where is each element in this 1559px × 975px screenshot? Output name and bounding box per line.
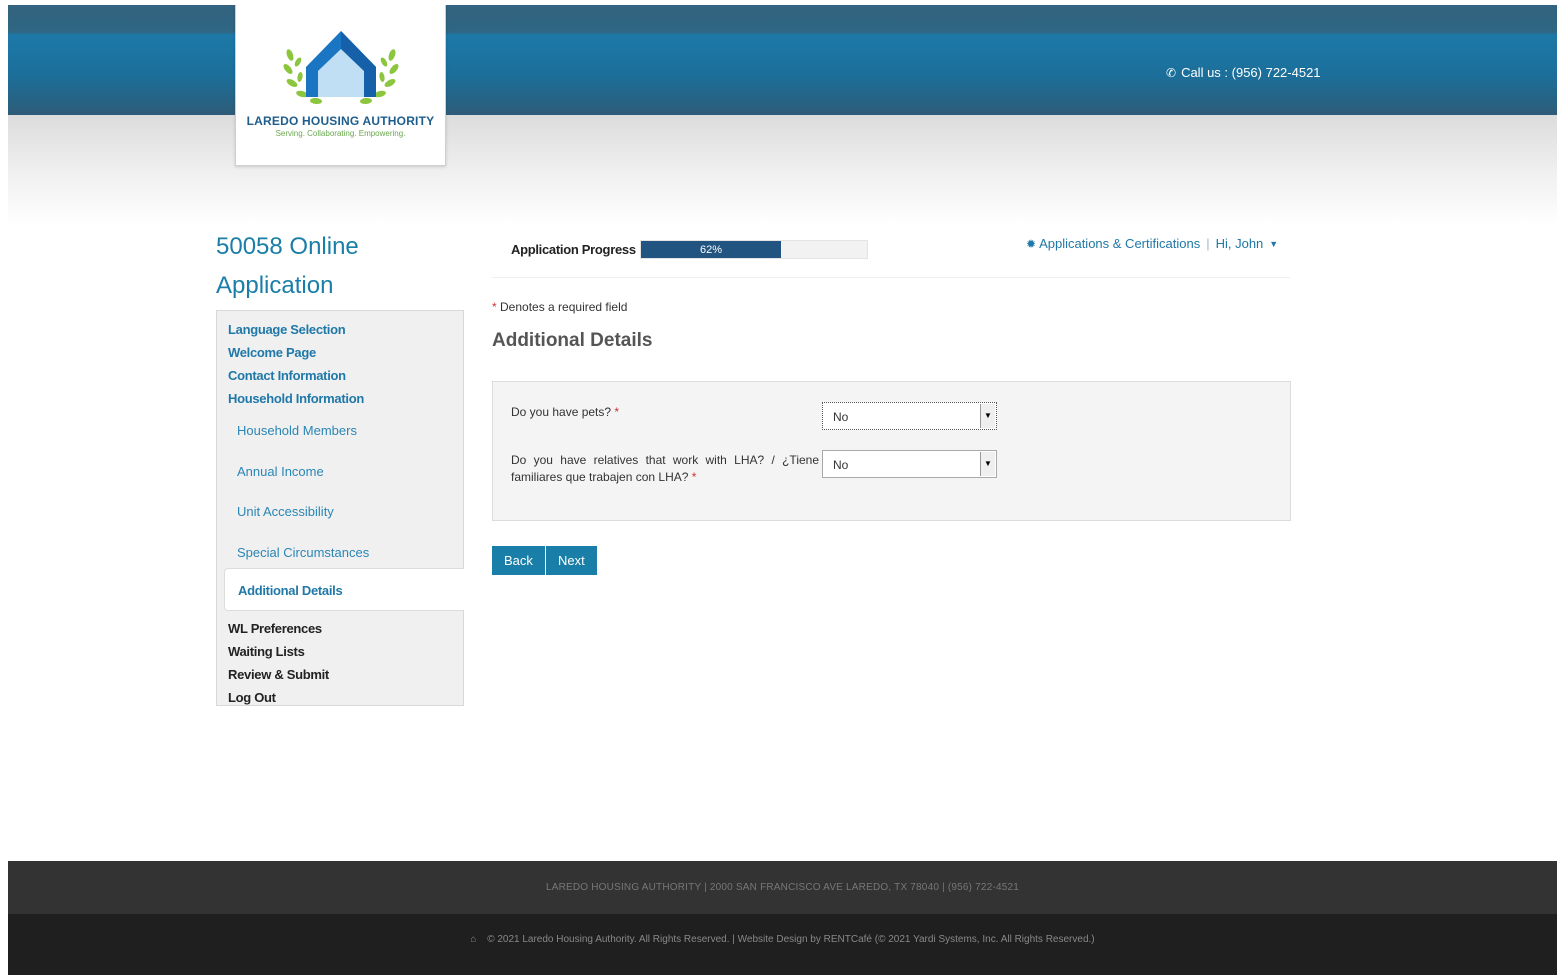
pets-question-label: Do you have pets? *: [511, 404, 811, 421]
logo-org-name: LAREDO HOUSING AUTHORITY: [246, 114, 435, 128]
progress-label: Application Progress: [511, 242, 636, 257]
sidebar-nav: Language Selection Welcome Page Contact …: [216, 310, 464, 706]
required-field-note: * Denotes a required field: [492, 300, 627, 314]
footer-info: LAREDO HOUSING AUTHORITY | 2000 SAN FRAN…: [8, 861, 1557, 914]
call-us-text: Call us : (956) 722-4521: [1181, 65, 1321, 80]
next-button[interactable]: Next: [546, 546, 597, 575]
required-note-text: Denotes a required field: [500, 300, 628, 314]
pets-question-text: Do you have pets?: [511, 405, 612, 419]
user-menu[interactable]: Hi, John: [1216, 236, 1264, 251]
progress-bar: 62%: [640, 240, 868, 259]
divider: [492, 277, 1290, 278]
nav-separator: |: [1206, 236, 1210, 251]
phone-icon: ✆: [1166, 65, 1177, 80]
copyright-text: © 2021 Laredo Housing Authority. All Rig…: [487, 934, 1095, 945]
relatives-select-value: No: [833, 458, 849, 472]
top-nav: ✹ Applications & Certifications | Hi, Jo…: [1026, 236, 1278, 251]
sidebar-item-wl-preferences[interactable]: WL Preferences: [228, 621, 322, 636]
call-us[interactable]: ✆ Call us : (956) 722-4521: [1166, 65, 1321, 80]
sidebar-item-log-out[interactable]: Log Out: [228, 690, 276, 705]
applications-certifications-link[interactable]: Applications & Certifications: [1039, 236, 1200, 251]
sidebar-item-language-selection[interactable]: Language Selection: [228, 322, 346, 337]
logo[interactable]: LAREDO HOUSING AUTHORITY Serving. Collab…: [235, 5, 446, 166]
caret-down-icon[interactable]: ▼: [1269, 239, 1278, 249]
required-asterisk: *: [614, 405, 620, 419]
sidebar-item-contact-information[interactable]: Contact Information: [228, 368, 346, 383]
sidebar-item-household-information[interactable]: Household Information: [228, 391, 364, 406]
relatives-question-label: Do you have relatives that work with LHA…: [511, 452, 819, 486]
house-logo-icon: [283, 31, 399, 105]
sidebar-item-annual-income[interactable]: Annual Income: [237, 464, 324, 479]
home-icon[interactable]: ⌂: [470, 934, 476, 945]
sidebar-item-welcome-page[interactable]: Welcome Page: [228, 345, 316, 360]
additional-details-form: Do you have pets? * No ▼ Do you have rel…: [492, 381, 1291, 521]
gear-icon: ✹: [1026, 236, 1037, 251]
pets-select[interactable]: No ▼: [822, 402, 997, 430]
pets-select-value: No: [833, 410, 849, 424]
relatives-select[interactable]: No ▼: [822, 450, 997, 478]
relatives-question-text: Do you have relatives that work with LHA…: [511, 453, 819, 484]
required-asterisk: *: [691, 470, 697, 484]
sidebar-item-additional-details[interactable]: Additional Details: [224, 568, 464, 611]
required-asterisk: *: [492, 300, 497, 314]
app-title: 50058 Online Application: [216, 233, 359, 299]
sidebar-item-review-submit[interactable]: Review & Submit: [228, 667, 329, 682]
sidebar-item-waiting-lists[interactable]: Waiting Lists: [228, 644, 305, 659]
logo-tagline: Serving. Collaborating. Empowering.: [275, 129, 406, 138]
section-title: Additional Details: [492, 330, 653, 351]
back-button[interactable]: Back: [492, 546, 545, 575]
sidebar-item-unit-accessibility[interactable]: Unit Accessibility: [237, 504, 334, 519]
sidebar-item-household-members[interactable]: Household Members: [237, 423, 357, 438]
chevron-down-icon[interactable]: ▼: [980, 452, 995, 476]
chevron-down-icon[interactable]: ▼: [980, 404, 995, 428]
footer-copyright: ⌂ © 2021 Laredo Housing Authority. All R…: [8, 914, 1557, 975]
progress-fill: 62%: [641, 241, 782, 258]
sidebar-item-special-circumstances[interactable]: Special Circumstances: [237, 545, 369, 560]
page: LAREDO HOUSING AUTHORITY Serving. Collab…: [8, 5, 1557, 975]
